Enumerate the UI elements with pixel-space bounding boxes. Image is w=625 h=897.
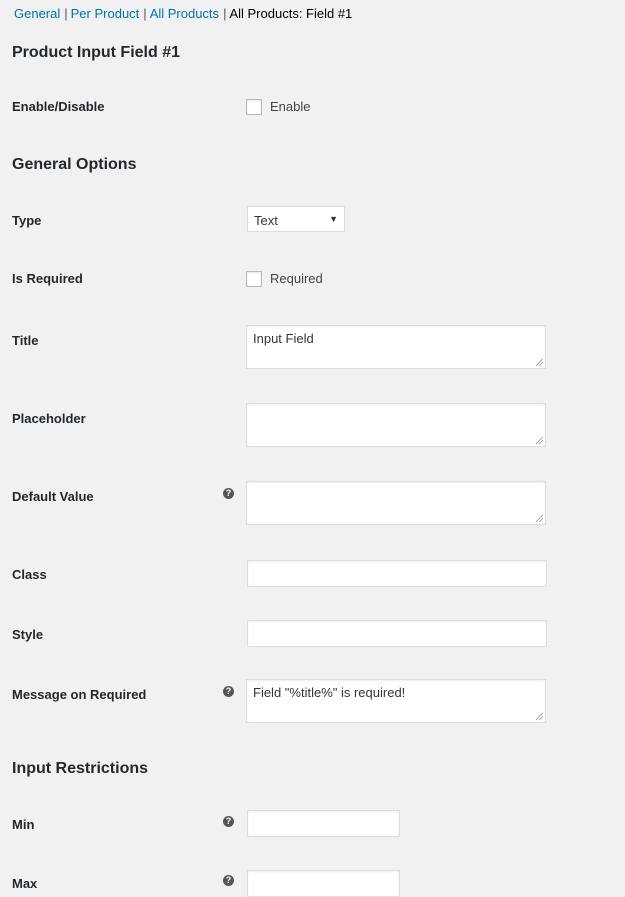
default-value-textarea[interactable] bbox=[246, 481, 546, 525]
class-label: Class bbox=[12, 567, 47, 582]
type-select[interactable]: Text ▼ bbox=[247, 206, 345, 232]
nav-separator: | bbox=[143, 6, 147, 21]
message-on-required-value: Field "%title%" is required! bbox=[253, 685, 406, 700]
section-title: Product Input Field #1 bbox=[12, 44, 181, 61]
required-checkbox-label[interactable]: Required bbox=[270, 271, 323, 286]
max-label: Max bbox=[12, 876, 38, 891]
help-icon[interactable]: ? bbox=[223, 686, 234, 697]
nav-separator: | bbox=[223, 6, 227, 21]
min-input[interactable] bbox=[247, 810, 400, 837]
nav-separator: | bbox=[64, 6, 68, 21]
style-label: Style bbox=[12, 627, 44, 642]
resize-handle-icon[interactable] bbox=[536, 437, 543, 444]
type-label: Type bbox=[12, 213, 42, 228]
placeholder-label: Placeholder bbox=[12, 411, 86, 426]
max-input[interactable] bbox=[247, 870, 400, 897]
title-textarea[interactable]: Input Field bbox=[246, 325, 546, 369]
help-icon[interactable]: ? bbox=[223, 875, 234, 886]
resize-handle-icon[interactable] bbox=[536, 359, 543, 366]
title-textarea-value: Input Field bbox=[253, 331, 314, 346]
min-label: Min bbox=[12, 817, 35, 832]
default-value-label: Default Value bbox=[12, 489, 94, 504]
is-required-label: Is Required bbox=[12, 271, 83, 286]
help-icon[interactable]: ? bbox=[223, 488, 234, 499]
type-select-value: Text bbox=[254, 213, 278, 228]
nav-link-all-products[interactable]: All Products bbox=[150, 6, 219, 21]
dropdown-arrow-icon: ▼ bbox=[329, 214, 338, 224]
required-checkbox[interactable] bbox=[246, 271, 262, 287]
nav-current: All Products: Field #1 bbox=[229, 6, 353, 21]
help-icon[interactable]: ? bbox=[223, 816, 234, 827]
class-input[interactable] bbox=[247, 560, 547, 587]
message-on-required-label: Message on Required bbox=[12, 687, 147, 702]
enable-label: Enable/Disable bbox=[12, 99, 105, 114]
resize-handle-icon[interactable] bbox=[536, 713, 543, 720]
nav-link-general[interactable]: General bbox=[14, 6, 60, 21]
input-restrictions-title: Input Restrictions bbox=[12, 760, 149, 777]
enable-checkbox-label[interactable]: Enable bbox=[270, 99, 310, 114]
enable-checkbox[interactable] bbox=[246, 99, 262, 115]
title-label: Title bbox=[12, 333, 39, 348]
message-on-required-textarea[interactable]: Field "%title%" is required! bbox=[246, 679, 546, 723]
nav-link-per-product[interactable]: Per Product bbox=[71, 6, 140, 21]
placeholder-textarea[interactable] bbox=[246, 403, 546, 447]
resize-handle-icon[interactable] bbox=[536, 515, 543, 522]
subsubsub-nav: General | Per Product | All Products | All Pro… bbox=[14, 6, 352, 21]
style-input[interactable] bbox=[247, 620, 547, 647]
general-options-title: General Options bbox=[12, 156, 137, 173]
